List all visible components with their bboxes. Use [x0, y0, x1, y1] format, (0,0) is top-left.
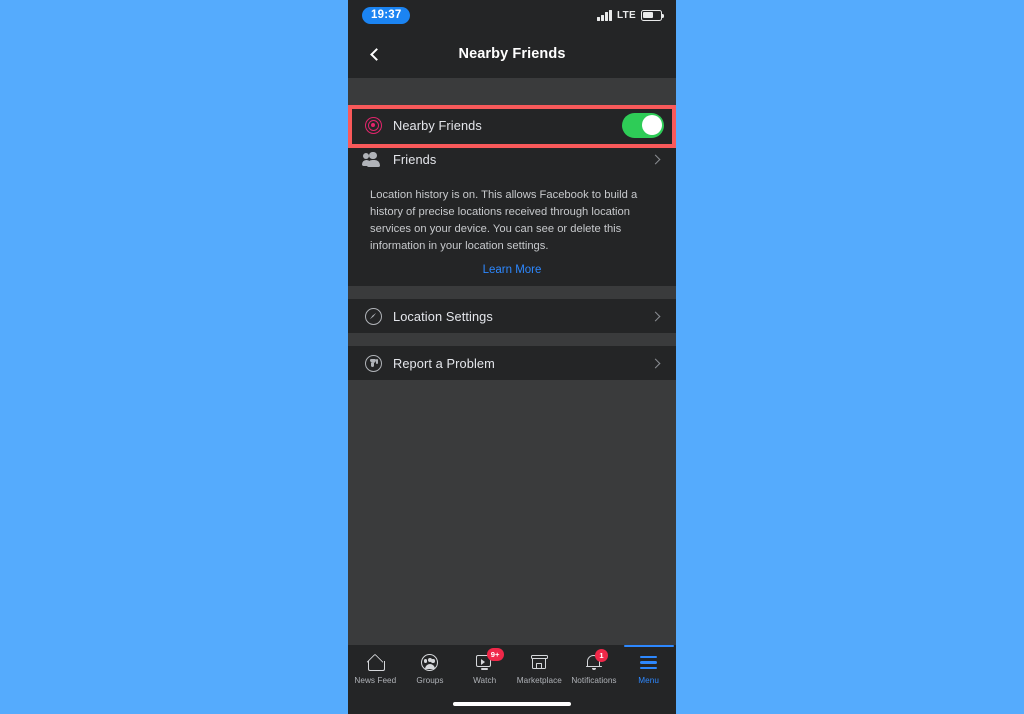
tab-watch[interactable]: 9+ Watch — [458, 648, 512, 685]
friends-row[interactable]: Friends — [348, 142, 676, 176]
nearby-friends-toggle-row[interactable]: Nearby Friends — [348, 108, 676, 142]
tab-label: Watch — [473, 676, 497, 685]
tab-groups[interactable]: Groups — [403, 653, 457, 685]
tab-menu[interactable]: Menu — [622, 645, 676, 685]
tab-label: Menu — [638, 676, 659, 685]
status-bar: 19:37 LTE — [348, 0, 676, 30]
groups-icon — [421, 653, 439, 672]
screenshot-stage: 19:37 LTE Nearby Friends Nearby Friends … — [0, 0, 1024, 714]
status-bar-indicators: LTE — [597, 9, 665, 21]
tab-notifications[interactable]: 1 Notifications — [567, 649, 621, 685]
location-settings-label: Location Settings — [393, 308, 493, 324]
home-indicator — [453, 702, 571, 706]
chevron-right-icon — [650, 311, 661, 322]
learn-more-link[interactable]: Learn More — [370, 264, 654, 276]
friends-label: Friends — [393, 151, 437, 167]
tab-label: News Feed — [354, 676, 397, 685]
phone-screen: 19:37 LTE Nearby Friends Nearby Friends … — [348, 0, 676, 714]
battery-icon — [641, 9, 665, 21]
tab-news-feed[interactable]: News Feed — [348, 653, 402, 685]
watch-video-icon: 9+ — [475, 648, 504, 672]
watch-badge: 9+ — [486, 648, 504, 661]
notifications-badge: 1 — [594, 649, 608, 662]
nearby-friends-toggle[interactable] — [622, 112, 664, 138]
location-history-info: Location history is on. This allows Face… — [348, 176, 676, 287]
hamburger-menu-icon — [640, 653, 658, 672]
status-bar-time: 19:37 — [362, 6, 411, 24]
chevron-left-icon — [370, 47, 383, 61]
signal-bars-icon — [597, 9, 612, 21]
empty-content-area — [348, 380, 676, 677]
back-button[interactable] — [358, 30, 392, 78]
home-icon — [367, 653, 385, 672]
navigation-header: Nearby Friends — [348, 30, 676, 78]
location-history-text: Location history is on. This allows Face… — [370, 189, 638, 253]
tab-marketplace[interactable]: Marketplace — [512, 653, 566, 685]
bell-icon: 1 — [586, 649, 608, 672]
active-tab-indicator — [623, 645, 674, 648]
toggle-knob — [641, 115, 662, 135]
tab-label: Groups — [416, 676, 444, 685]
report-thumbs-down-icon — [360, 354, 386, 372]
section-spacer-top — [348, 78, 676, 108]
tab-label: Notifications — [571, 676, 617, 685]
nearby-friends-label: Nearby Friends — [393, 117, 482, 133]
tab-label: Marketplace — [516, 676, 562, 685]
report-problem-label: Report a Problem — [393, 355, 495, 371]
friends-people-icon — [360, 151, 386, 167]
network-type-label: LTE — [616, 9, 636, 21]
section-spacer-2 — [348, 333, 676, 347]
report-problem-row[interactable]: Report a Problem — [348, 346, 676, 381]
location-settings-row[interactable]: Location Settings — [348, 299, 676, 334]
compass-icon — [360, 307, 386, 325]
section-spacer-1 — [348, 286, 676, 300]
bottom-tab-bar: News Feed Groups 9+ Watch Marketplace 1 … — [348, 645, 676, 714]
radar-location-icon — [360, 116, 386, 134]
chevron-right-icon — [650, 358, 661, 369]
page-title: Nearby Friends — [458, 46, 566, 62]
marketplace-storefront-icon — [530, 653, 548, 672]
chevron-right-icon — [650, 154, 661, 164]
